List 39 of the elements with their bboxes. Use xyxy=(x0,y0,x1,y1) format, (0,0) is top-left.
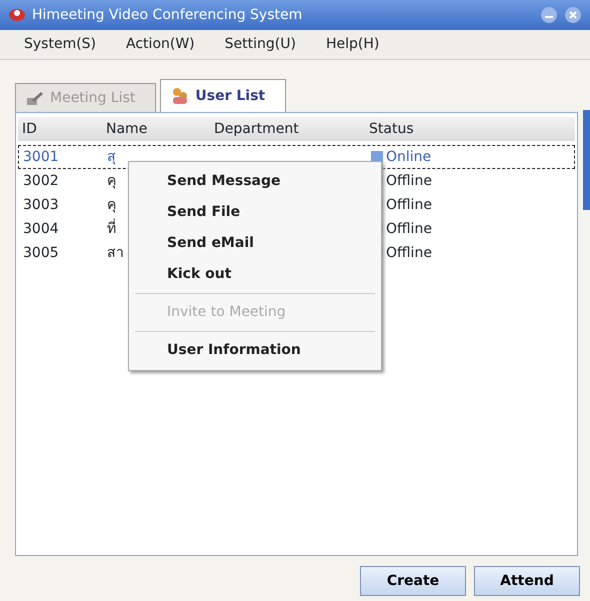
status-cell-text: Online xyxy=(386,148,432,166)
column-header[interactable]: Status xyxy=(369,118,414,140)
name-cell: ที่ xyxy=(107,220,116,236)
menu-item[interactable]: Send File xyxy=(129,197,381,228)
status-cell-text: Offline xyxy=(386,196,432,214)
menu-item[interactable]: Kick out xyxy=(129,259,381,290)
menu-item[interactable]: Help(H) xyxy=(326,34,380,55)
menu-item[interactable]: Send Message xyxy=(129,166,381,197)
tab[interactable]: User List xyxy=(160,79,286,112)
id-cell: 3003 xyxy=(23,196,59,212)
id-cell: 3001 xyxy=(23,148,59,164)
menu-item: Invite to Meeting xyxy=(166,303,287,322)
users-icon xyxy=(171,87,190,105)
menu-item[interactable]: Action(W) xyxy=(126,34,195,55)
status-cell-text: Offline xyxy=(386,172,432,190)
column-header[interactable]: ID xyxy=(18,118,106,140)
status-cell-text: Offline xyxy=(386,244,432,262)
pencil-icon xyxy=(26,90,44,106)
minimize-icon[interactable] xyxy=(540,6,558,24)
menu-item[interactable]: User Information xyxy=(129,335,381,366)
column-header[interactable]: Department xyxy=(214,118,369,140)
name-cell: คุ xyxy=(107,172,116,188)
column-header[interactable]: Name xyxy=(106,118,214,140)
menu-item[interactable]: Send eMail xyxy=(129,228,381,259)
name-cell: สุ xyxy=(107,148,116,164)
id-cell: 3005 xyxy=(23,244,59,260)
app-icon xyxy=(8,7,26,23)
dialog-button[interactable]: Attend xyxy=(474,566,580,596)
status-cell-text: Offline xyxy=(386,220,432,238)
close-icon[interactable] xyxy=(564,6,582,24)
id-cell: 3002 xyxy=(23,172,59,188)
scrollbar-thumb[interactable] xyxy=(583,110,590,210)
menu-item[interactable]: System(S) xyxy=(24,34,96,55)
menu-item[interactable]: Setting(U) xyxy=(224,34,296,55)
window-title: Himeeting Video Conferencing System xyxy=(32,6,302,24)
id-cell: 3004 xyxy=(23,220,59,236)
dialog-button[interactable]: Create xyxy=(360,566,466,596)
name-cell: สา xyxy=(107,244,124,260)
name-cell: คุ xyxy=(107,196,116,212)
